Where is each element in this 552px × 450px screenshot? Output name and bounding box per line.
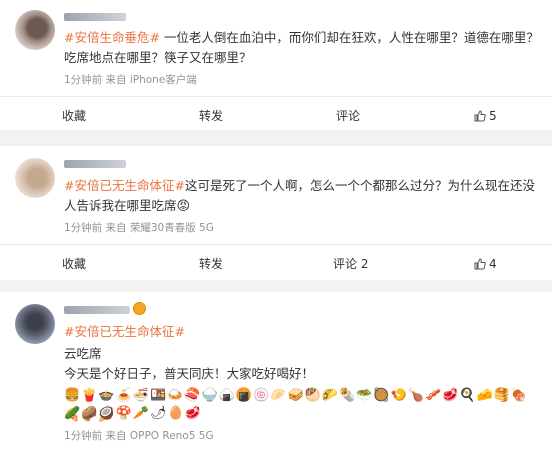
food-emoji-icon: 🥕 xyxy=(132,406,149,421)
food-emoji-icon: 🍄 xyxy=(115,406,132,421)
post-line: 云吃席 xyxy=(64,346,102,361)
comment-button[interactable]: 评论 xyxy=(336,97,360,135)
food-emoji-icon: 🥩 xyxy=(184,406,201,421)
topic-link[interactable]: #安倍生命垂危# xyxy=(64,30,160,45)
username-blurred[interactable] xyxy=(64,160,126,168)
weibo-feed: #安倍生命垂危# 一位老人倒在血泊中，而你们却在狂欢，人性在哪里？道德在哪里？吃… xyxy=(0,0,552,450)
collect-button[interactable]: 收藏 xyxy=(62,97,86,135)
food-emoji-icon: 🌮 xyxy=(321,388,338,403)
food-emoji-icon: 🍲 xyxy=(98,388,115,403)
food-emoji-icon: 🍖 xyxy=(510,388,528,403)
post-card: #安倍已无生命体征# 云吃席 今天是个好日子，普天同庆！大家吃好喝好！ 🍔🍟🍲🍝… xyxy=(0,292,552,450)
food-emoji-icon: 🍟 xyxy=(81,388,98,403)
food-emoji-icon: 🥪 xyxy=(287,388,304,403)
topic-link[interactable]: #安倍已无生命体征# xyxy=(64,324,185,339)
food-emoji-icon: 🥗 xyxy=(356,388,373,403)
food-emoji-icon: 🥥 xyxy=(98,406,115,421)
food-emoji-icon: 🥚 xyxy=(167,406,184,421)
avatar[interactable] xyxy=(15,10,55,50)
repost-button[interactable]: 转发 xyxy=(199,97,223,135)
comment-button[interactable]: 评论 2 xyxy=(333,245,368,283)
username-blurred[interactable] xyxy=(64,306,130,314)
thumbs-up-icon xyxy=(474,110,486,122)
food-emoji-icon: 🍱 xyxy=(149,388,167,403)
collect-button[interactable]: 收藏 xyxy=(62,245,86,283)
food-emoji-icon: 🍣 xyxy=(184,388,201,403)
member-medal-icon xyxy=(133,302,146,315)
post-text: #安倍生命垂危# 一位老人倒在血泊中，而你们却在狂欢，人性在哪里？道德在哪里？吃… xyxy=(64,28,542,68)
food-emoji-icon: 🍤 xyxy=(390,388,407,403)
food-emoji-icon: 🌶 xyxy=(149,406,167,421)
thumbs-up-icon xyxy=(474,258,486,270)
action-bar: 收藏 转发 评论 5 xyxy=(0,96,552,135)
food-emoji-icon: 🍔 xyxy=(64,388,81,403)
post-topic-line: #安倍已无生命体征# xyxy=(64,322,542,342)
food-emoji-icon: 🍙 xyxy=(218,388,235,403)
post-meta: 1分钟前 来自 荣耀30青春版 5G xyxy=(64,222,214,234)
food-emoji-icon: 🥔 xyxy=(81,406,98,421)
post-card: #安倍已无生命体征#这可是死了一个人啊，怎么一个个都那么过分？为什么现在还没人告… xyxy=(0,146,552,280)
like-count: 4 xyxy=(489,257,497,271)
post-meta: 1分钟前 来自 OPPO Reno5 5G xyxy=(64,430,214,442)
action-bar: 收藏 转发 评论 2 4 xyxy=(0,244,552,283)
avatar[interactable] xyxy=(15,304,55,344)
food-emoji-icon: 🍛 xyxy=(167,388,184,403)
food-emoji-icon: 🥞 xyxy=(493,388,510,403)
topic-link[interactable]: #安倍已无生命体征# xyxy=(64,178,185,193)
repost-button[interactable]: 转发 xyxy=(199,245,223,283)
post-line: 今天是个好日子，普天同庆！大家吃好喝好！ xyxy=(64,366,315,381)
angry-face-icon: 😡 xyxy=(176,199,191,214)
food-emoji-icon: 🍘 xyxy=(235,388,253,403)
food-emoji-icon: 🍗 xyxy=(407,388,424,403)
food-emoji-icon: 🧀 xyxy=(476,388,493,403)
food-emoji-icon: 🍝 xyxy=(115,388,132,403)
post-text: #安倍已无生命体征#这可是死了一个人啊，怎么一个个都那么过分？为什么现在还没人告… xyxy=(64,176,542,217)
like-button[interactable]: 4 xyxy=(474,245,497,283)
food-emoji-icon: 🍚 xyxy=(201,388,218,403)
username-blurred[interactable] xyxy=(64,13,126,21)
emoji-row: 🥒🥔🥥🍄🥕🌶🥚🥩 xyxy=(64,404,544,424)
food-emoji-icon: 🌯 xyxy=(339,388,356,403)
food-emoji-icon: 🍥 xyxy=(253,388,270,403)
food-emoji-icon: 🍳 xyxy=(459,388,476,403)
like-count: 5 xyxy=(489,109,497,123)
avatar[interactable] xyxy=(15,158,55,198)
like-button[interactable]: 5 xyxy=(474,97,497,135)
post-meta: 1分钟前 来自 iPhone客户端 xyxy=(64,74,197,86)
food-emoji-icon: 🥓 xyxy=(424,388,442,403)
food-emoji-icon: 🥙 xyxy=(304,388,321,403)
post-card: #安倍生命垂危# 一位老人倒在血泊中，而你们却在狂欢，人性在哪里？道德在哪里？吃… xyxy=(0,0,552,130)
food-emoji-icon: 🥒 xyxy=(64,406,81,421)
food-emoji-icon: 🥘 xyxy=(373,388,390,403)
food-emoji-icon: 🥟 xyxy=(270,388,287,403)
food-emoji-icon: 🍜 xyxy=(132,388,149,403)
food-emoji-icon: 🥩 xyxy=(442,388,459,403)
